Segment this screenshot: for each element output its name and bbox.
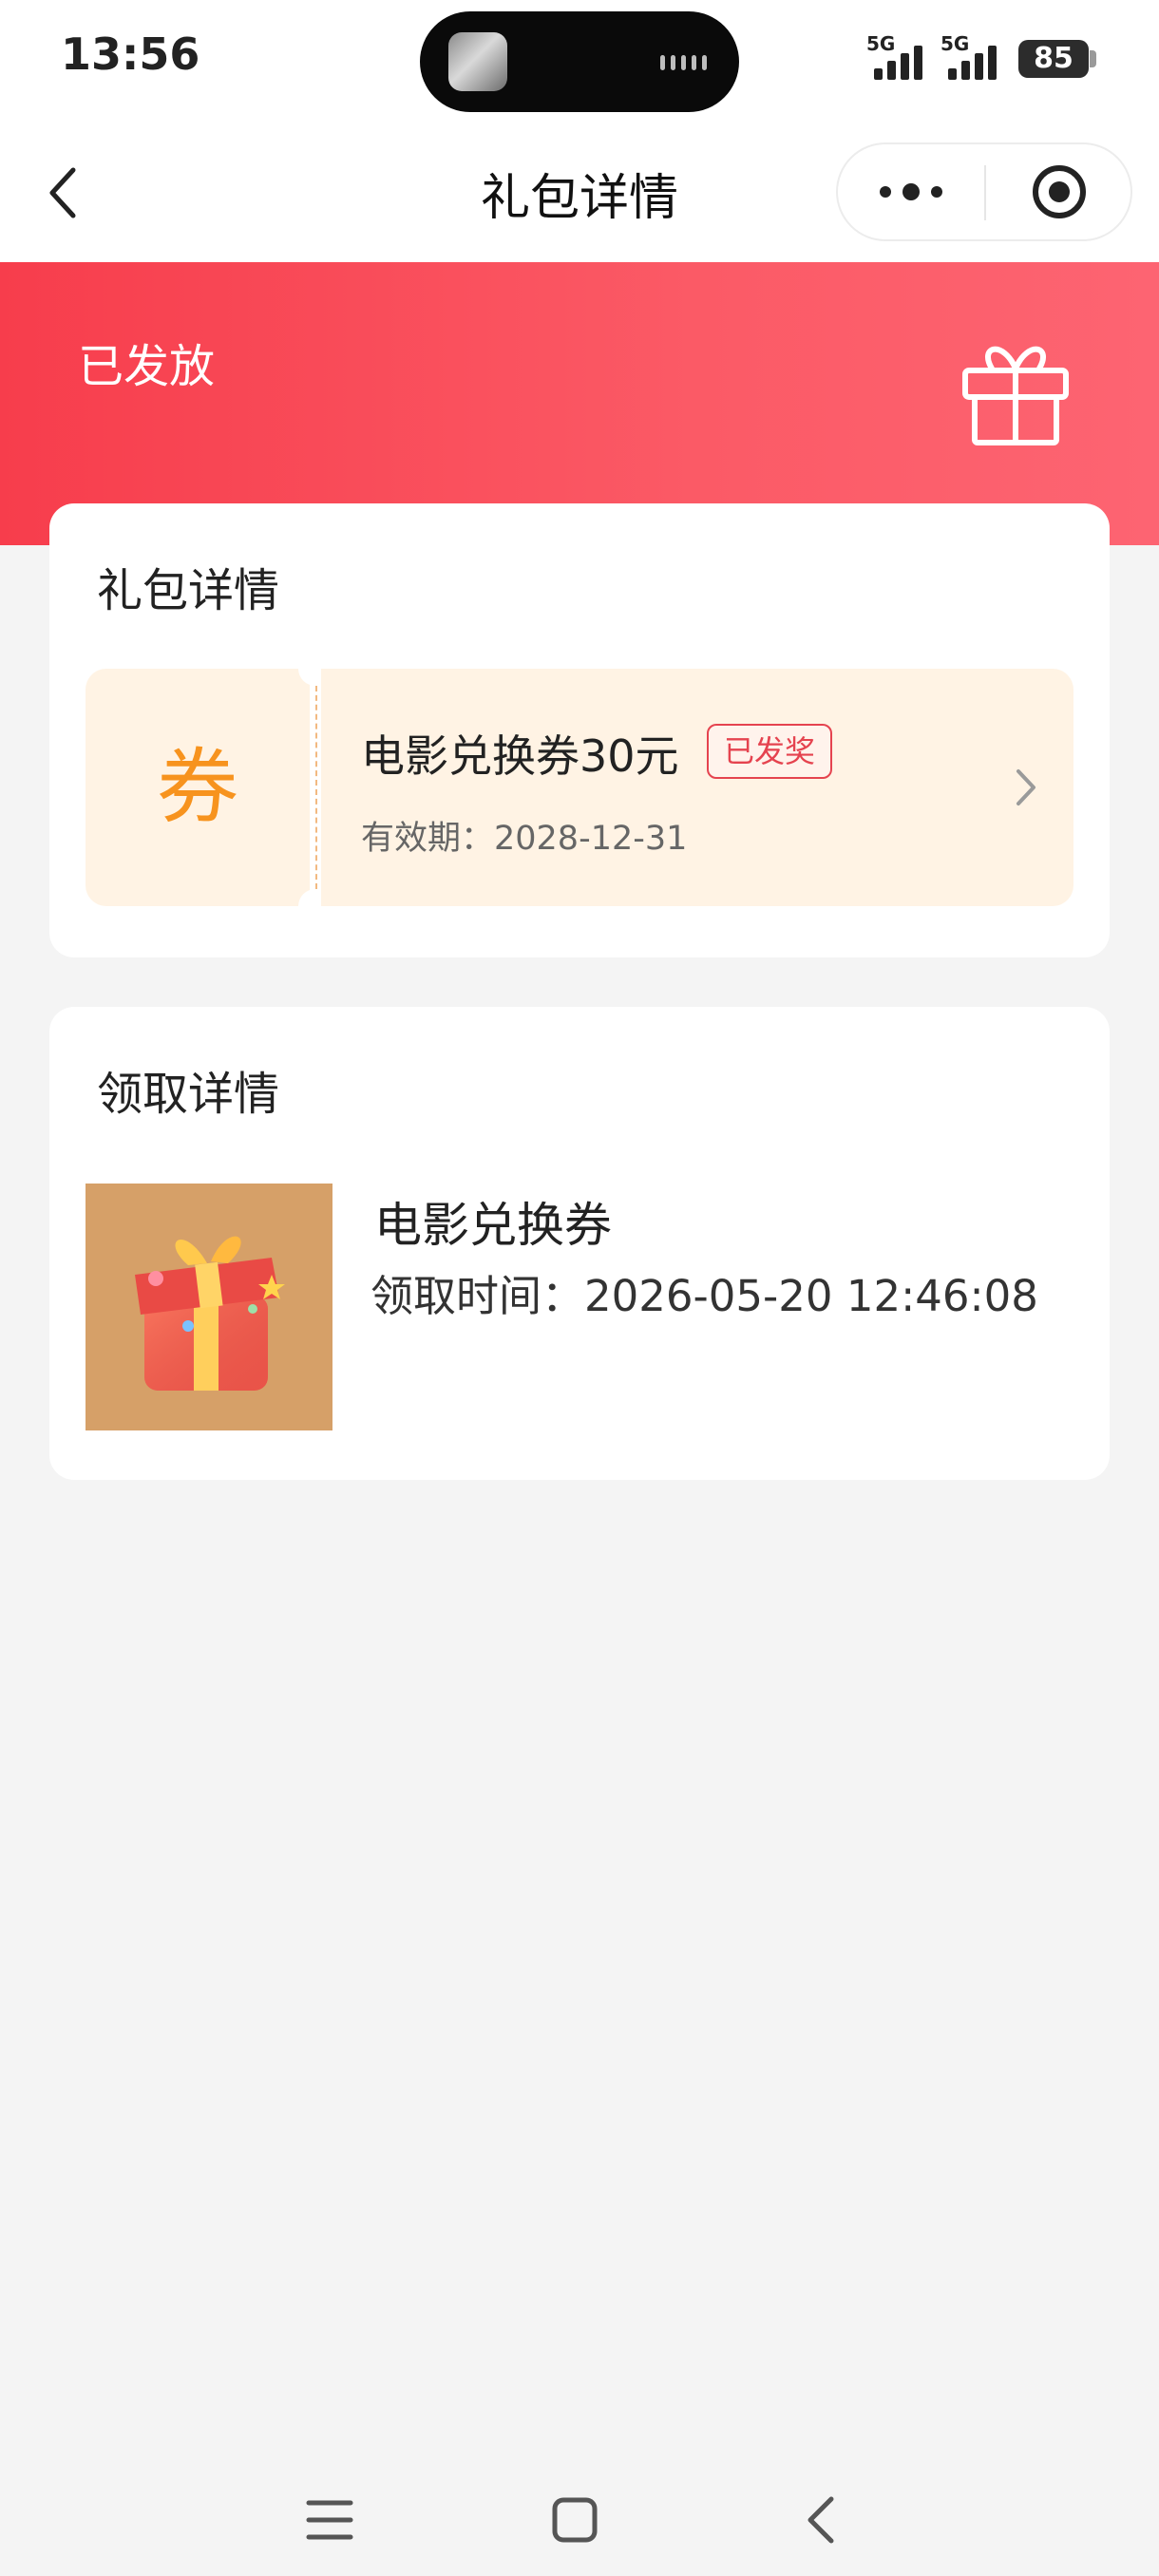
menu-lines-icon [306,2500,353,2540]
received-time: 领取时间：2026-05-20 12:46:08 [370,1271,1038,1321]
home-button[interactable] [532,2477,618,2563]
system-navigation-bar [0,2470,1159,2576]
receive-detail-card: 领取详情 电影兑换券 领取时间：2026-05-20 12:46:08 [49,1007,1110,1480]
status-badge: 已发奖 [707,724,833,779]
prize-name: 电影兑换券 [374,1198,612,1253]
back-button[interactable] [28,158,99,228]
chevron-left-icon [49,167,76,218]
coupon-perforation [315,686,317,889]
signal-icon-sim2: 5G [940,32,1007,80]
more-button[interactable] [838,144,984,239]
prize-image [86,1184,332,1430]
gift-detail-card: 礼包详情 券 电影兑换券30元 已发奖 有效期：2028-12-31 [49,503,1110,957]
gift-detail-title: 礼包详情 [97,564,280,617]
square-home-icon [552,2497,598,2543]
battery-cap [1090,50,1096,67]
status-bar: 13:56 5G 5G 85 [0,0,1159,123]
target-circle-icon [1033,165,1086,218]
more-dots-icon [880,183,942,200]
coupon-item[interactable]: 券 电影兑换券30元 已发奖 有效期：2028-12-31 [86,652,1074,923]
gift-box-illustration-icon [135,1236,285,1391]
coupon-name: 电影兑换券30元 [361,730,679,782]
battery-level: 85 [1034,42,1074,75]
close-mini-program-button[interactable] [986,144,1132,239]
signal-icon-sim1: 5G [866,32,933,80]
coupon-body: 电影兑换券30元 已发奖 有效期：2028-12-31 [321,669,1074,906]
recent-apps-button[interactable] [287,2477,372,2563]
coupon-expiry: 有效期：2028-12-31 [361,820,688,858]
chevron-right-icon [1016,769,1036,805]
battery-icon: 85 [1018,40,1089,78]
receive-detail-title: 领取详情 [97,1068,280,1121]
gift-box-icon [962,346,1069,445]
chevron-left-icon [808,2496,834,2544]
system-back-button[interactable] [779,2477,864,2563]
coupon-badge: 券 [157,740,238,835]
navigation-bar: 礼包详情 [0,123,1159,262]
mini-program-capsule [836,142,1132,241]
status-time: 13:56 [61,28,200,80]
media-thumbnail-icon [448,32,507,91]
gift-status-text: 已发放 [78,340,216,393]
audio-wave-icon [660,55,707,70]
page: 13:56 5G 5G 85 礼包详情 已发放 礼包详情 券 电影兑换券30元 … [0,0,1159,2576]
dynamic-island[interactable] [420,11,739,112]
coupon-stub: 券 [86,669,310,906]
